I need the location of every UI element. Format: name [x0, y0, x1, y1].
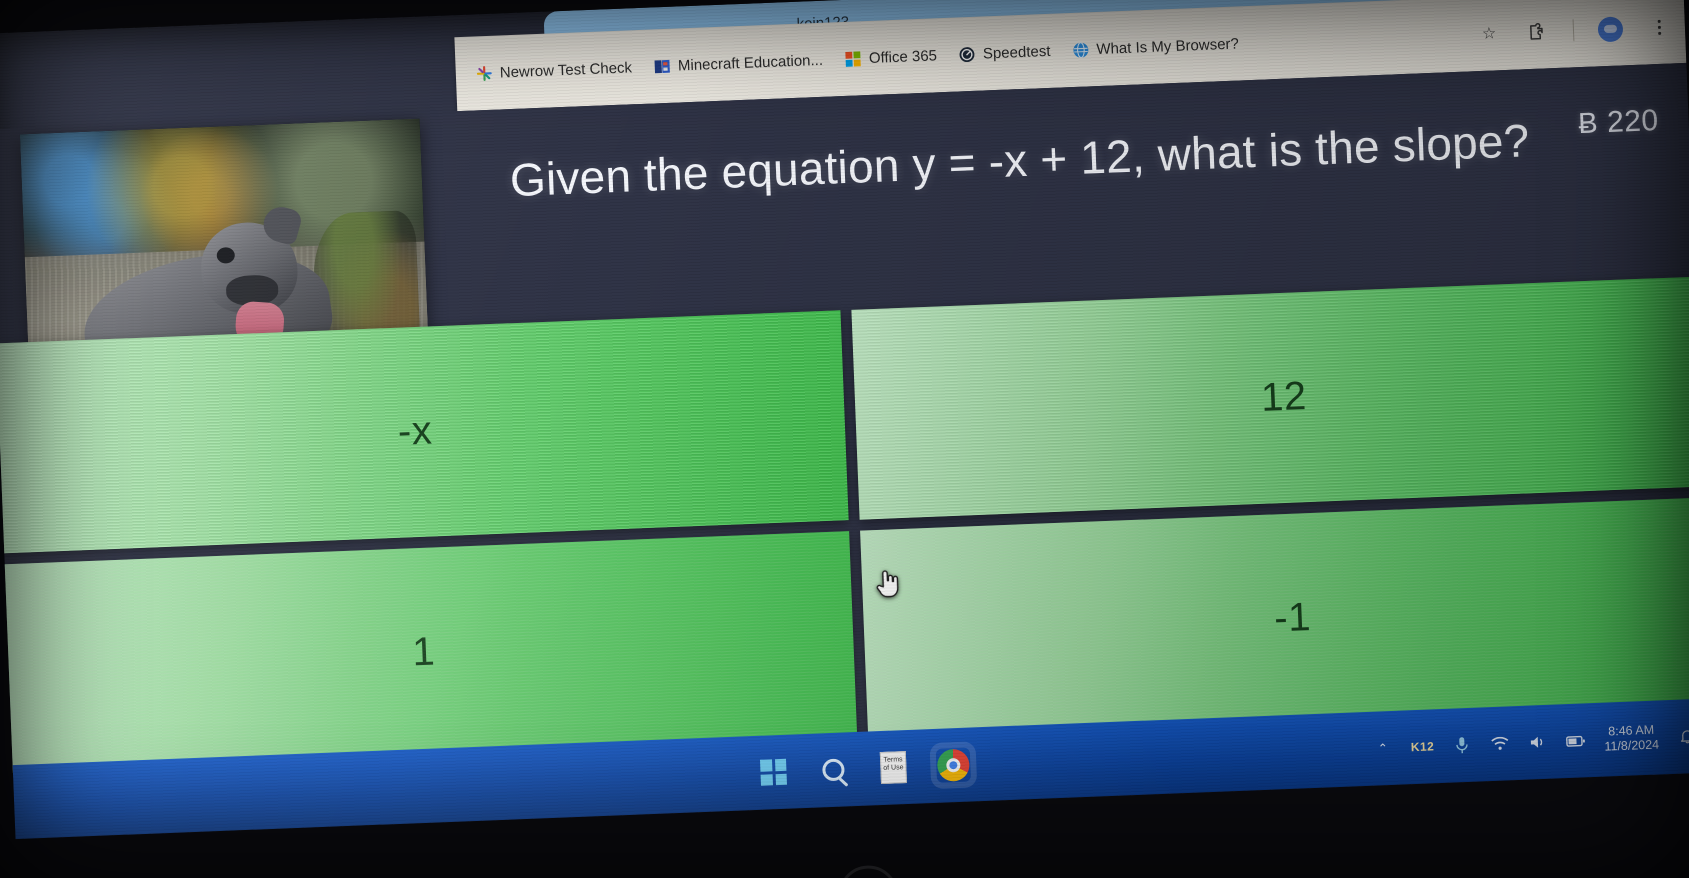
bookmark-label: Office 365: [868, 46, 938, 67]
answer-option-2[interactable]: 12: [850, 276, 1689, 520]
newrow-icon: [476, 65, 492, 81]
minecraft-icon: [654, 59, 671, 73]
start-button[interactable]: [756, 755, 791, 790]
chrome-menu-icon[interactable]: [1646, 14, 1671, 39]
answer-grid: -x 12 1 -1: [0, 276, 1689, 774]
chrome-icon: [936, 748, 970, 782]
office-icon: [845, 50, 862, 67]
taskbar-items: Terms of Use: [756, 748, 971, 790]
bookmark-office-365[interactable]: Office 365: [845, 46, 938, 68]
bookmark-label: Speedtest: [982, 42, 1051, 62]
search-icon: [822, 758, 845, 782]
answer-label: -1: [1273, 594, 1312, 641]
browser-toolbar-actions: ☆: [1477, 13, 1686, 46]
question-text: Given the equation y = -x + 12, what is …: [508, 114, 1531, 207]
speaker-icon[interactable]: [1528, 732, 1549, 753]
wifi-glyph: [1491, 736, 1509, 750]
taskbar-item-chrome[interactable]: [936, 748, 971, 783]
system-tray: ⌃ K12 8:46 AM 11/8/2024: [1372, 721, 1689, 764]
dog-eye: [216, 246, 236, 264]
tray-k12-badge[interactable]: K12: [1411, 739, 1435, 754]
answer-label: 12: [1260, 374, 1308, 421]
bookmark-newrow-test-check[interactable]: Newrow Test Check: [475, 59, 632, 82]
profile-avatar[interactable]: [1597, 15, 1624, 42]
taskbar-search-button[interactable]: [816, 752, 851, 787]
bookmark-label: Newrow Test Check: [499, 58, 633, 81]
toolbar-divider: [1572, 19, 1575, 42]
answer-label: -x: [397, 408, 434, 454]
bookmark-label: What Is My Browser?: [1096, 34, 1240, 58]
speedtest-icon: [959, 46, 975, 62]
notifications-bell-icon[interactable]: [1676, 726, 1689, 747]
bookmark-star-icon[interactable]: ☆: [1477, 21, 1502, 46]
bookmark-what-is-my-browser[interactable]: What Is My Browser?: [1072, 35, 1239, 59]
bell-glyph: [1680, 730, 1689, 744]
document-icon: Terms of Use: [879, 751, 908, 785]
answer-option-1[interactable]: -x: [0, 310, 849, 554]
coin-counter: Ƀ 220: [1578, 104, 1660, 141]
taskbar-item-terms-of-use[interactable]: Terms of Use: [876, 750, 911, 785]
hp-logo: hp: [837, 864, 900, 878]
answer-label: 1: [411, 629, 436, 675]
browser-globe-icon: [1073, 41, 1089, 58]
screen: ...kein123 – ☐ ✕: [0, 0, 1689, 840]
monitor-bezel: ...kein123 – ☐ ✕: [0, 0, 1689, 878]
answer-option-4[interactable]: -1: [859, 496, 1689, 740]
taskbar-clock[interactable]: 8:46 AM 11/8/2024: [1604, 722, 1660, 754]
hand-pointer-cursor: [876, 570, 899, 598]
bookmark-speedtest[interactable]: Speedtest: [959, 42, 1051, 63]
bookmark-label: Minecraft Education...: [677, 51, 824, 74]
volume-glyph: [1530, 736, 1543, 748]
coin-value: 220: [1606, 104, 1660, 140]
battery-icon[interactable]: [1566, 730, 1587, 751]
battery-glyph: [1566, 735, 1586, 747]
bookmark-minecraft-education[interactable]: Minecraft Education...: [654, 51, 824, 75]
wifi-icon[interactable]: [1490, 733, 1511, 754]
tray-overflow-chevron-icon[interactable]: ⌃: [1372, 738, 1393, 759]
mic-glyph: [1456, 737, 1468, 754]
bookmarks-spacer: [1261, 35, 1455, 43]
windows-logo-icon: [759, 758, 787, 786]
clock-date: 11/8/2024: [1604, 737, 1660, 754]
coin-icon: Ƀ: [1577, 106, 1599, 140]
photograph-of-monitor: ...kein123 – ☐ ✕: [0, 0, 1689, 878]
quiz-page: Ƀ 220 Given the equation y = -x + 12, wh…: [0, 62, 1689, 774]
microphone-icon[interactable]: [1452, 735, 1473, 756]
puzzle-piece-icon: [1530, 22, 1543, 40]
extensions-icon[interactable]: [1525, 19, 1550, 44]
